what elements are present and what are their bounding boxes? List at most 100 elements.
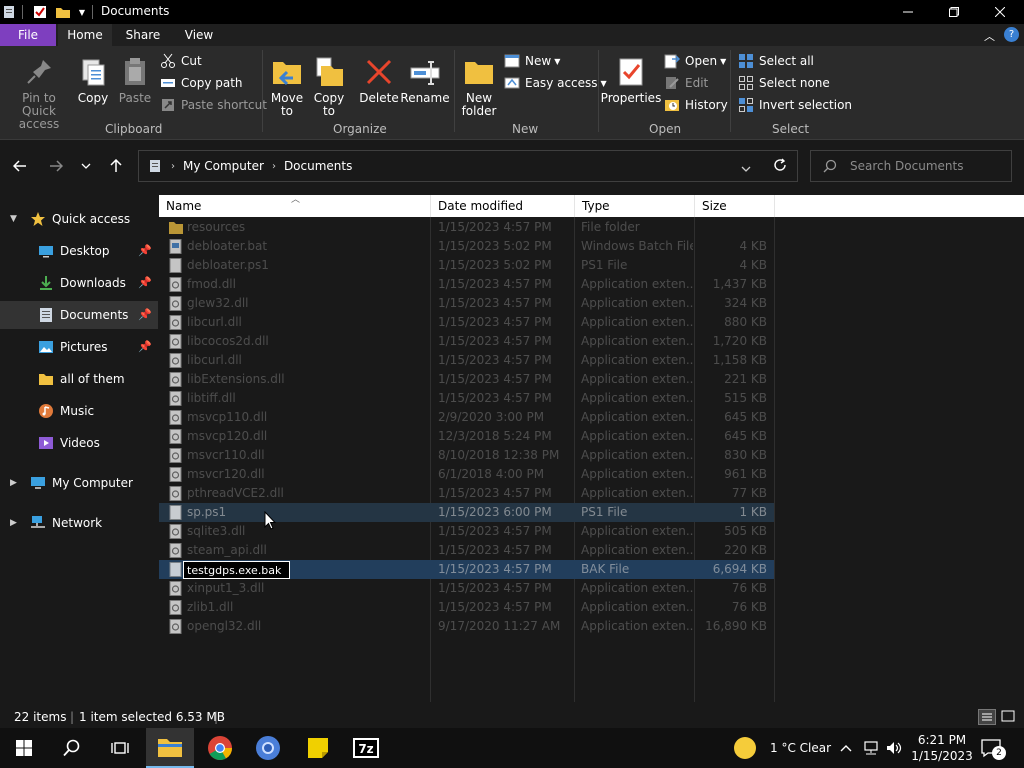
nav-item-my-computer[interactable]: ▶ My Computer <box>0 469 158 497</box>
show-hidden-icons-button[interactable] <box>840 728 852 768</box>
pin-icon[interactable]: 📌 <box>138 340 152 353</box>
tab-view[interactable]: View <box>172 24 226 46</box>
file-row[interactable]: libcocos2d.dll 1/15/2023 4:57 PM Applicati… <box>159 332 774 351</box>
nav-item-all-of-them[interactable]: all of them <box>0 365 158 393</box>
chrome-alt-taskbar-button[interactable] <box>244 728 292 768</box>
new-item-button[interactable]: New ▼ <box>504 52 560 70</box>
edit-button[interactable]: Edit <box>664 74 708 92</box>
file-row[interactable]: sp.ps1 1/15/2023 6:00 PM PS1 File 1 KB <box>159 503 774 522</box>
column-header-name[interactable]: Name ︿ <box>159 195 431 217</box>
paste-shortcut-button[interactable]: Paste shortcut <box>160 96 267 114</box>
paste-button[interactable]: Paste <box>118 56 152 105</box>
file-row[interactable]: libtiff.dll 1/15/2023 4:57 PM Application … <box>159 389 774 408</box>
search-button[interactable] <box>48 728 96 768</box>
file-row[interactable]: xinput1_3.dll 1/15/2023 4:57 PM Applicatio… <box>159 579 774 598</box>
chevron-down-icon[interactable]: ▼ <box>10 214 17 224</box>
column-header-date[interactable]: Date modified <box>431 195 575 217</box>
task-view-button[interactable] <box>96 728 144 768</box>
file-row[interactable]: steam_api.dll 1/15/2023 4:57 PM Applicatio… <box>159 541 774 560</box>
copy-to-button[interactable]: Copy to <box>310 56 348 118</box>
open-button[interactable]: Open ▼ <box>664 52 726 70</box>
large-icons-view-button[interactable] <box>1000 709 1018 725</box>
maximize-button[interactable] <box>931 0 977 24</box>
customize-quick-access-icon[interactable]: ▼ <box>76 4 88 20</box>
column-header-size[interactable]: Size <box>695 195 775 217</box>
address-bar[interactable]: › My Computer › Documents <box>138 150 798 182</box>
cut-button[interactable]: Cut <box>160 52 202 70</box>
close-button[interactable] <box>977 0 1023 24</box>
nav-item-quick-access[interactable]: ▼ Quick access <box>0 205 158 233</box>
invert-selection-button[interactable]: Invert selection <box>738 96 852 114</box>
file-row[interactable]: fmod.dll 1/15/2023 4:57 PM Application ext… <box>159 275 774 294</box>
file-row[interactable]: debloater.bat 1/15/2023 5:02 PM Windows Ba… <box>159 237 774 256</box>
nav-item-desktop[interactable]: Desktop 📌 <box>0 237 158 265</box>
pin-icon[interactable]: 📌 <box>138 244 152 257</box>
move-to-button[interactable]: Move to <box>268 56 306 118</box>
breadcrumb-my-computer[interactable]: My Computer <box>183 159 264 173</box>
nav-item-music[interactable]: Music <box>0 397 158 425</box>
file-row[interactable]: debloater.ps1 1/15/2023 5:02 PM PS1 File 4 … <box>159 256 774 275</box>
weather-widget[interactable]: 1 °C Clear <box>734 728 831 768</box>
address-dropdown-button[interactable] <box>741 161 751 175</box>
start-button[interactable] <box>0 728 48 768</box>
file-row[interactable]: msvcp120.dll 12/3/2018 5:24 PM Application… <box>159 427 774 446</box>
pin-icon[interactable]: 📌 <box>138 308 152 321</box>
select-none-button[interactable]: Select none <box>738 74 830 92</box>
up-button[interactable] <box>104 154 128 178</box>
minimize-button[interactable] <box>885 0 931 24</box>
breadcrumb-documents[interactable]: Documents <box>284 159 352 173</box>
file-row[interactable]: glew32.dll 1/15/2023 4:57 PM Application e… <box>159 294 774 313</box>
file-row[interactable]: libcurl.dll 1/15/2023 4:57 PM Application … <box>159 313 774 332</box>
pin-to-quick-access-button[interactable]: Pin to Quick access <box>4 56 74 131</box>
tab-file[interactable]: File <box>0 24 56 46</box>
pin-icon[interactable]: 📌 <box>138 276 152 289</box>
network-tray-icon[interactable] <box>862 728 880 768</box>
history-button[interactable]: History <box>664 96 728 114</box>
delete-button[interactable]: Delete <box>358 56 400 105</box>
rename-input[interactable] <box>183 561 290 579</box>
tab-home[interactable]: Home <box>58 24 112 46</box>
refresh-button[interactable] <box>773 158 787 175</box>
nav-item-pictures[interactable]: Pictures 📌 <box>0 333 158 361</box>
file-row[interactable]: msvcp110.dll 2/9/2020 3:00 PM Application … <box>159 408 774 427</box>
file-row[interactable]: pthreadVCE2.dll 1/15/2023 4:57 PM Applicat… <box>159 484 774 503</box>
chevron-right-icon[interactable]: ▶ <box>10 518 17 528</box>
rename-button[interactable]: Rename <box>400 56 450 105</box>
forward-button[interactable] <box>44 154 68 178</box>
copy-path-button[interactable]: Copy path <box>160 74 243 92</box>
select-all-button[interactable]: Select all <box>738 52 814 70</box>
help-icon[interactable]: ? <box>1004 27 1019 42</box>
tab-share[interactable]: Share <box>116 24 170 46</box>
clock[interactable]: 6:21 PM 1/15/2023 <box>911 728 973 768</box>
properties-quick-icon[interactable] <box>32 4 48 20</box>
file-row[interactable]: msvcr110.dll 8/10/2018 12:38 PM Applicatio… <box>159 446 774 465</box>
nav-item-videos[interactable]: Videos <box>0 429 158 457</box>
file-explorer-taskbar-button[interactable] <box>146 728 194 768</box>
sticky-notes-taskbar-button[interactable] <box>294 728 342 768</box>
back-button[interactable] <box>8 154 32 178</box>
chrome-taskbar-button[interactable] <box>196 728 244 768</box>
copy-button[interactable]: Copy <box>76 56 110 105</box>
properties-button[interactable]: Properties <box>601 56 661 105</box>
new-folder-button[interactable]: New folder <box>458 56 500 118</box>
volume-tray-icon[interactable] <box>886 728 904 768</box>
easy-access-button[interactable]: Easy access ▼ <box>504 74 607 92</box>
collapse-ribbon-icon[interactable]: ︿ <box>984 28 995 44</box>
file-row[interactable]: libcurl.dll 1/15/2023 4:57 PM Application … <box>159 351 774 370</box>
details-view-button[interactable] <box>978 709 996 725</box>
chevron-right-icon[interactable]: ▶ <box>10 478 17 488</box>
7zip-taskbar-button[interactable]: 7z <box>342 728 390 768</box>
nav-item-network[interactable]: ▶ Network <box>0 509 158 537</box>
file-row[interactable]: sqlite3.dll 1/15/2023 4:57 PM Application … <box>159 522 774 541</box>
file-row[interactable]: opengl32.dll 9/17/2020 11:27 AM Applicatio… <box>159 617 774 636</box>
file-row[interactable]: resources 1/15/2023 4:57 PM File folder <box>159 218 774 237</box>
file-row[interactable]: msvcr120.dll 6/1/2018 4:00 PM Application … <box>159 465 774 484</box>
search-box[interactable]: Search Documents <box>810 150 1012 182</box>
app-icon[interactable] <box>2 4 16 20</box>
notification-center-button[interactable]: 2 <box>980 728 1006 768</box>
recent-locations-button[interactable] <box>74 154 98 178</box>
breadcrumb-separator[interactable]: › <box>272 161 276 172</box>
new-folder-quick-icon[interactable] <box>54 4 72 20</box>
file-row[interactable]: zlib1.dll 1/15/2023 4:57 PM Application ex… <box>159 598 774 617</box>
column-header-type[interactable]: Type <box>575 195 695 217</box>
